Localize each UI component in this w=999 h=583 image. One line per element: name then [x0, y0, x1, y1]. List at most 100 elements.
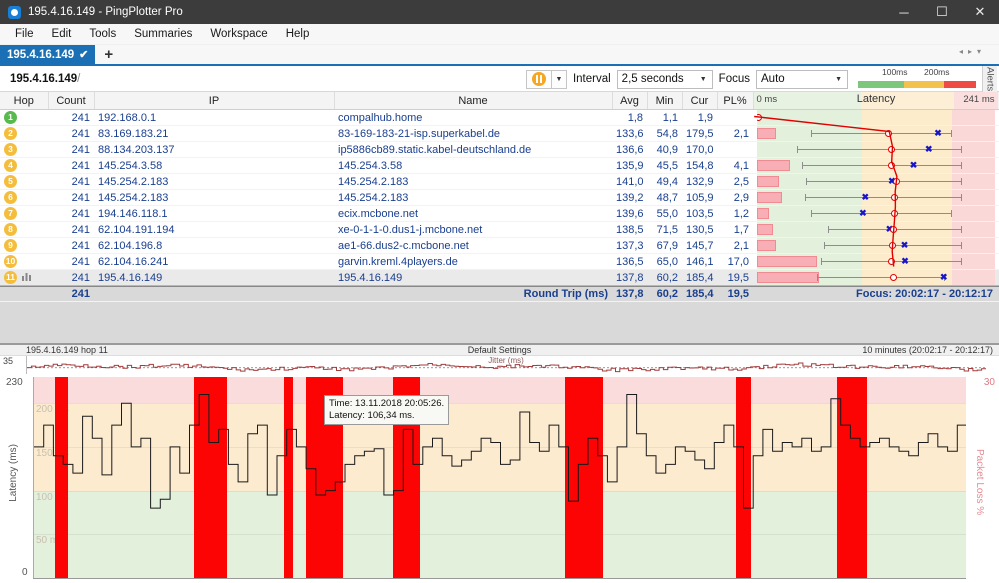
latency-trace [34, 394, 966, 509]
ip-cell: 83.169.183.21 [94, 125, 334, 142]
jitter-timerange-label[interactable]: 10 minutes (20:02:17 - 20:12:17) [862, 345, 993, 355]
menu-help[interactable]: Help [277, 26, 319, 42]
interval-value: 2,5 seconds [621, 73, 684, 85]
current-latency-marker: ✖ [900, 240, 909, 250]
cell-zone-red [952, 206, 995, 221]
tooltip-latency: Latency: 106,34 ms. [329, 410, 415, 421]
latency-cell[interactable]: ✖ [753, 157, 999, 174]
focus-select[interactable]: Auto ▼ [756, 69, 848, 89]
th-avg[interactable]: Avg [612, 92, 648, 110]
focus-value: Auto [761, 73, 785, 85]
hop-badge: 4 [4, 159, 17, 172]
avg-cell: 135,9 [612, 157, 647, 174]
min-cell: 45,5 [647, 157, 682, 174]
interval-select[interactable]: 2,5 seconds ▼ [616, 69, 713, 89]
pl-cell: 1,2 [717, 205, 753, 222]
menu-edit[interactable]: Edit [43, 26, 81, 42]
th-count[interactable]: Count [48, 92, 95, 110]
name-cell: 145.254.2.183 [334, 189, 612, 206]
latency-cell[interactable]: ✖ [753, 173, 999, 190]
summary-focus-range: Focus: 20:02:17 - 20:12:17 [753, 286, 999, 302]
ip-cell: 62.104.196.8 [94, 237, 334, 254]
pause-dropdown-arrow-icon[interactable]: ▼ [550, 70, 566, 88]
count-cell: 241 [48, 157, 94, 174]
min-cell: 65,0 [647, 253, 682, 270]
th-name[interactable]: Name [334, 92, 613, 110]
table-row[interactable]: 9 241 62.104.196.8 ae1-66.dus2-c.mcbone.net… [0, 237, 999, 254]
tab-195-4-16-149[interactable]: 195.4.16.149 ✔ [0, 45, 96, 64]
latency-cell[interactable]: ✖ [753, 141, 999, 158]
th-cur[interactable]: Cur [682, 92, 718, 110]
table-row[interactable]: 3 241 88.134.203.137 ip5886cb89.static.kabe… [0, 141, 999, 158]
latency-cell[interactable]: ✖ [753, 269, 999, 286]
minimize-button[interactable]: ─ [885, 0, 923, 24]
hop-badge: 2 [4, 127, 17, 140]
add-tab-button[interactable]: + [95, 45, 122, 64]
summary-min: 60,2 [647, 286, 682, 302]
table-row[interactable]: 10 241 62.104.16.241 garvin.kreml.4players.… [0, 253, 999, 270]
latency-cell-graphic: ✖ [757, 174, 995, 189]
latency-cell[interactable]: ✖ [753, 253, 999, 270]
avg-cell: 139,2 [612, 189, 647, 206]
graph-y2-max-label: 30 [983, 377, 995, 388]
menu-tools[interactable]: Tools [80, 26, 125, 42]
latency-cell[interactable]: ✖ [753, 189, 999, 206]
graph-plot-area[interactable]: 200 ms 150 ms 100 ms 50 ms Time: 13.11.2… [33, 377, 966, 578]
bar-chart-icon[interactable] [22, 272, 32, 284]
alerts-panel-tab[interactable]: Alerts [982, 66, 997, 92]
table-row[interactable]: 6 241 145.254.2.183 145.254.2.183 139,2 48,7 1… [0, 189, 999, 206]
nav-prev-icon[interactable]: ◂ [959, 47, 963, 56]
hop-cell: 9 [0, 237, 48, 254]
hop-table-header-row: Hop Count IP Name Avg Min Cur PL% Latenc… [0, 92, 999, 110]
cur-cell: 145,7 [682, 237, 717, 254]
menu-workspace[interactable]: Workspace [201, 26, 276, 42]
check-icon: ✔ [79, 49, 89, 61]
current-latency-marker: ✖ [934, 128, 942, 138]
current-latency-marker: ✖ [859, 208, 867, 218]
jitter-plot[interactable]: 35 Jitter (ms) [3, 356, 986, 375]
menu-file[interactable]: File [6, 26, 43, 42]
table-row[interactable]: 4 241 145.254.3.58 145.254.3.58 135,9 45,5 154… [0, 157, 999, 174]
name-cell: ae1-66.dus2-c.mcbone.net [334, 237, 612, 254]
latency-cell[interactable]: ✖ [753, 205, 999, 222]
close-button[interactable]: ✕ [961, 0, 999, 24]
legend-tick-100: 100ms [882, 67, 908, 77]
cur-cell: 132,9 [682, 173, 717, 190]
hop-badge: 9 [4, 239, 17, 252]
avg-cell: 1,8 [612, 109, 647, 126]
table-row[interactable]: 7 241 194.146.118.1 ecix.mcbone.net 139,6 55,… [0, 205, 999, 222]
nav-menu-icon[interactable]: ▾ [977, 47, 981, 56]
table-row[interactable]: 1 241 192.168.0.1 compalhub.home 1,8 1,1 1,9 [0, 109, 999, 126]
table-row[interactable]: 2 241 83.169.183.21 83-169-183-21-isp.super… [0, 125, 999, 142]
cell-zone-red [952, 270, 995, 285]
packet-loss-bar [757, 256, 817, 267]
latency-header-title: Latency [856, 93, 896, 105]
table-row[interactable]: 5 241 145.254.2.183 145.254.2.183 141,0 49,4 1… [0, 173, 999, 190]
pl-cell: 2,1 [717, 237, 753, 254]
hop-badge: 3 [4, 143, 17, 156]
table-row[interactable]: 11 241 195.4.16.149 195.4.16.149 137,8 60,2 18… [0, 269, 999, 286]
latency-cell-graphic: ✖ [757, 206, 995, 221]
th-pl[interactable]: PL% [717, 92, 754, 110]
summary-table: 241 Round Trip (ms) 137,8 60,2 185,4 19,… [0, 286, 999, 302]
th-ip[interactable]: IP [94, 92, 335, 110]
summary-pl: 19,5 [717, 286, 753, 302]
table-row[interactable]: 8 241 62.104.191.194 xe-0-1-1-0.dus1-j.mcbo… [0, 221, 999, 238]
th-hop[interactable]: Hop [0, 92, 49, 110]
avg-cell: 137,3 [612, 237, 647, 254]
latency-cell[interactable]: ✖ [753, 221, 999, 238]
tooltip-time: Time: 13.11.2018 20:05:26. [329, 398, 445, 409]
latency-cell[interactable]: ✖ [753, 125, 999, 142]
latency-cell[interactable] [753, 109, 999, 126]
cur-cell: 130,5 [682, 221, 717, 238]
round-trip-summary-row: 241 Round Trip (ms) 137,8 60,2 185,4 19,… [0, 286, 999, 302]
menu-bar: File Edit Tools Summaries Workspace Help [0, 24, 999, 45]
menu-summaries[interactable]: Summaries [125, 26, 201, 42]
maximize-button[interactable]: ☐ [923, 0, 961, 24]
current-latency-marker: ✖ [861, 192, 870, 202]
th-min[interactable]: Min [647, 92, 683, 110]
nav-next-icon[interactable]: ▸ [968, 47, 972, 56]
pause-button[interactable]: ▼ [525, 69, 567, 89]
latency-cell[interactable]: ✖ [753, 237, 999, 254]
jitter-settings-label[interactable]: Default Settings [0, 345, 999, 355]
